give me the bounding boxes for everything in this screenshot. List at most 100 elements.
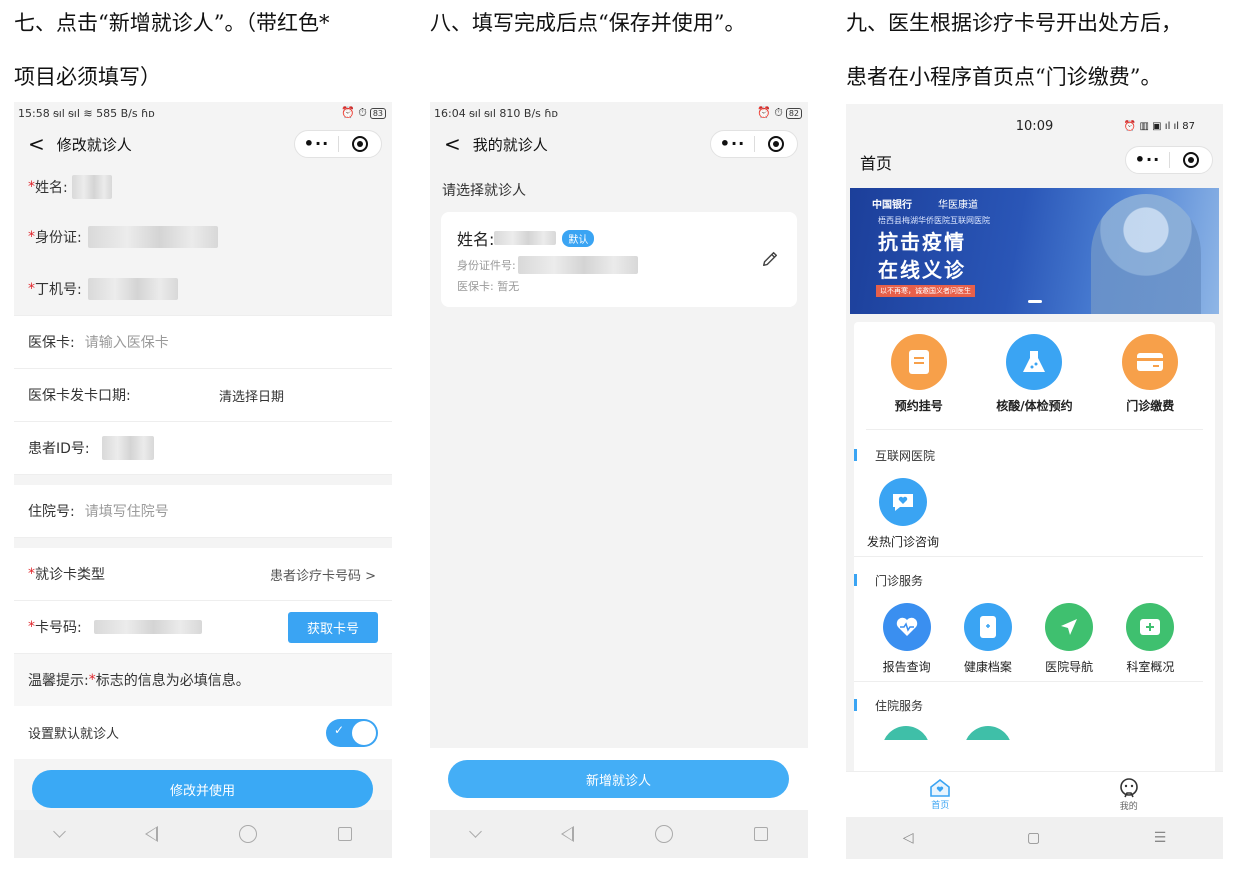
tab-mine[interactable]: 我的: [1118, 777, 1140, 812]
close-target-button[interactable]: [755, 136, 797, 152]
system-nav-bar: [14, 810, 392, 858]
add-patient-button[interactable]: 新增就诊人: [448, 760, 789, 798]
default-patient-toggle[interactable]: ✓: [326, 719, 378, 747]
caption-step8: 八、填写完成后点“保存并使用”。: [430, 11, 746, 35]
back-triangle-icon[interactable]: [144, 826, 158, 842]
caption-step9: 九、医生根据诊疗卡号开出处方后， 患者在小程序首页点“门诊缴费”。: [846, 11, 1182, 89]
back-icon[interactable]: <: [28, 132, 45, 156]
bank-logo: 中国银行: [872, 200, 912, 211]
promo-banner[interactable]: 中国银行 华医康道 梧西县梅湖华侨医院互联网医院 抗击疫情 在线义诊 以不再寒，诚…: [850, 188, 1219, 314]
heart-pulse-icon: [882, 603, 931, 651]
services-card: 预约挂号 核酸/体检预约 门诊缴费 互联网医院 发热门诊咨询 门诊服务 报告查询…: [854, 322, 1215, 812]
blurred-name: [494, 231, 557, 245]
service-fever-consult[interactable]: 发热门诊咨询: [862, 478, 944, 550]
battery-icon: 87: [1182, 120, 1195, 132]
blurred-name: [71, 175, 112, 199]
blurred-phone: [87, 278, 178, 300]
card-payment-icon: [1122, 334, 1179, 390]
mini-program-capsule: •··: [710, 130, 798, 158]
card-type-field[interactable]: * 就诊卡类型 患者诊疗卡号码 >: [14, 548, 392, 601]
edit-pencil-icon[interactable]: [761, 250, 779, 268]
caption-step7: 七、点击“新增就诊人”。（带红色* 项目必须填写）: [14, 11, 330, 89]
service-report-query[interactable]: 报告查询: [866, 603, 947, 675]
patient-id-field[interactable]: 患者ID号:: [14, 422, 392, 475]
back-triangle-icon[interactable]: ◁: [903, 830, 914, 846]
service-appointment[interactable]: 预约挂号: [890, 334, 947, 429]
page-title: 修改就诊人: [56, 135, 132, 154]
back-icon[interactable]: <: [444, 132, 461, 156]
name-field[interactable]: * 姓名:: [14, 164, 392, 210]
flask-icon: [1006, 334, 1063, 390]
tab-bar: 首页 我的: [846, 771, 1223, 817]
id-field[interactable]: * 身份证:: [14, 210, 392, 263]
default-badge: 默认: [562, 229, 595, 247]
blurred-id: [87, 225, 218, 248]
user-face-icon: [1119, 778, 1138, 798]
phone-home: 10:09 ⏰ ▥ ▣ ıl ıl 87 首页 •·· 中国银行 华医康道 梧西县…: [846, 104, 1223, 859]
service-department-overview[interactable]: 科室概况: [1110, 603, 1191, 675]
chevron-down-icon[interactable]: [468, 825, 482, 838]
navigation-arrow-icon: [1045, 603, 1094, 651]
service-outpatient-payment[interactable]: 门诊缴费: [1122, 334, 1179, 429]
more-icon[interactable]: •··: [1126, 150, 1169, 170]
nav-bar: < 修改就诊人 •··: [14, 124, 392, 164]
target-icon: [767, 136, 784, 152]
section-outpatient: 门诊服务: [854, 563, 1215, 597]
phone-field[interactable]: * 丁机号:: [14, 263, 392, 316]
section-inpatient: 住院服务: [854, 688, 1215, 722]
inpatient-service-icon[interactable]: [882, 726, 930, 740]
page-title: 首页: [860, 154, 893, 173]
home-circle-icon[interactable]: [654, 825, 673, 843]
phone-my-patients: 16:04 ᵴıl ᵴıl 810 B/s ɦᴅ ⏰ ⏱ 82 < 我的就诊人 •…: [430, 102, 808, 858]
medcard-field[interactable]: 医保卡: 请输入医保卡: [14, 316, 392, 369]
default-patient-row: 设置默认就诊人 ✓: [14, 706, 392, 759]
inpatient-field[interactable]: 住院号: 请填写住院号: [14, 485, 392, 538]
recents-square-icon[interactable]: [337, 827, 352, 841]
home-square-icon[interactable]: ▢: [1027, 830, 1040, 846]
menu-icon[interactable]: ☰: [1154, 830, 1167, 846]
inpatient-service-icon[interactable]: [964, 726, 1012, 740]
carousel-indicator: [1028, 300, 1042, 303]
tab-home[interactable]: 首页: [929, 778, 951, 811]
partner-logo: 华医康道: [938, 200, 978, 211]
status-bar: 10:09 ⏰ ▥ ▣ ıl ıl 87: [1015, 118, 1195, 134]
service-test-booking[interactable]: 核酸/体检预约: [996, 334, 1073, 429]
medical-kit-icon: [1126, 603, 1175, 651]
system-nav-bar: ◁ ▢ ☰: [846, 817, 1223, 859]
status-bar: 15:58 ᵴıl ᵴıl ≋ 585 B/s ɦᴅ ⏰ ⏱ 83: [14, 102, 392, 124]
nav-bar: < 我的就诊人 •··: [430, 124, 808, 164]
mini-program-capsule: •··: [1125, 146, 1213, 174]
recents-square-icon[interactable]: [753, 827, 768, 841]
get-card-number-button[interactable]: 获取卡号: [288, 612, 378, 643]
battery-icon: 83: [369, 108, 386, 119]
patient-card[interactable]: 姓名: 默认 身份证件号: 医保卡: 暂无: [441, 212, 797, 307]
phone-edit-patient: 15:58 ᵴıl ᵴıl ≋ 585 B/s ɦᴅ ⏰ ⏱ 83 < 修改就诊人…: [14, 102, 392, 858]
blurred-pid: [101, 436, 154, 460]
service-hospital-navigation[interactable]: 医院导航: [1029, 603, 1110, 675]
save-and-use-button[interactable]: 修改并使用: [32, 770, 373, 808]
chevron-down-icon[interactable]: [52, 825, 66, 838]
health-record-icon: [963, 603, 1012, 651]
top-services: 预约挂号 核酸/体检预约 门诊缴费: [866, 322, 1203, 430]
nav-bar: 首页 •··: [846, 146, 1223, 176]
card-number-field[interactable]: * 卡号码: 获取卡号: [14, 601, 392, 654]
system-nav-bar: [430, 810, 808, 858]
target-icon: [1182, 152, 1199, 168]
more-icon[interactable]: •··: [295, 134, 338, 154]
home-circle-icon[interactable]: [238, 825, 257, 843]
appointment-icon: [890, 334, 947, 390]
select-patient-label: 请选择就诊人: [442, 183, 526, 199]
close-target-button[interactable]: [339, 136, 381, 152]
blurred-card-number: [93, 620, 202, 634]
close-target-button[interactable]: [1170, 152, 1212, 168]
more-icon[interactable]: •··: [711, 134, 754, 154]
home-icon: [930, 778, 951, 797]
target-icon: [351, 136, 368, 152]
battery-icon: 82: [785, 108, 802, 119]
section-internet-hospital: 互联网医院: [854, 438, 1215, 472]
issue-date-field[interactable]: 医保卡发卡口期: 清选择日期: [14, 369, 392, 422]
back-triangle-icon[interactable]: [560, 826, 574, 842]
status-bar: 16:04 ᵴıl ᵴıl 810 B/s ɦᴅ ⏰ ⏱ 82: [430, 102, 808, 124]
service-health-record[interactable]: 健康档案: [947, 603, 1028, 675]
mini-program-capsule: •··: [294, 130, 382, 158]
